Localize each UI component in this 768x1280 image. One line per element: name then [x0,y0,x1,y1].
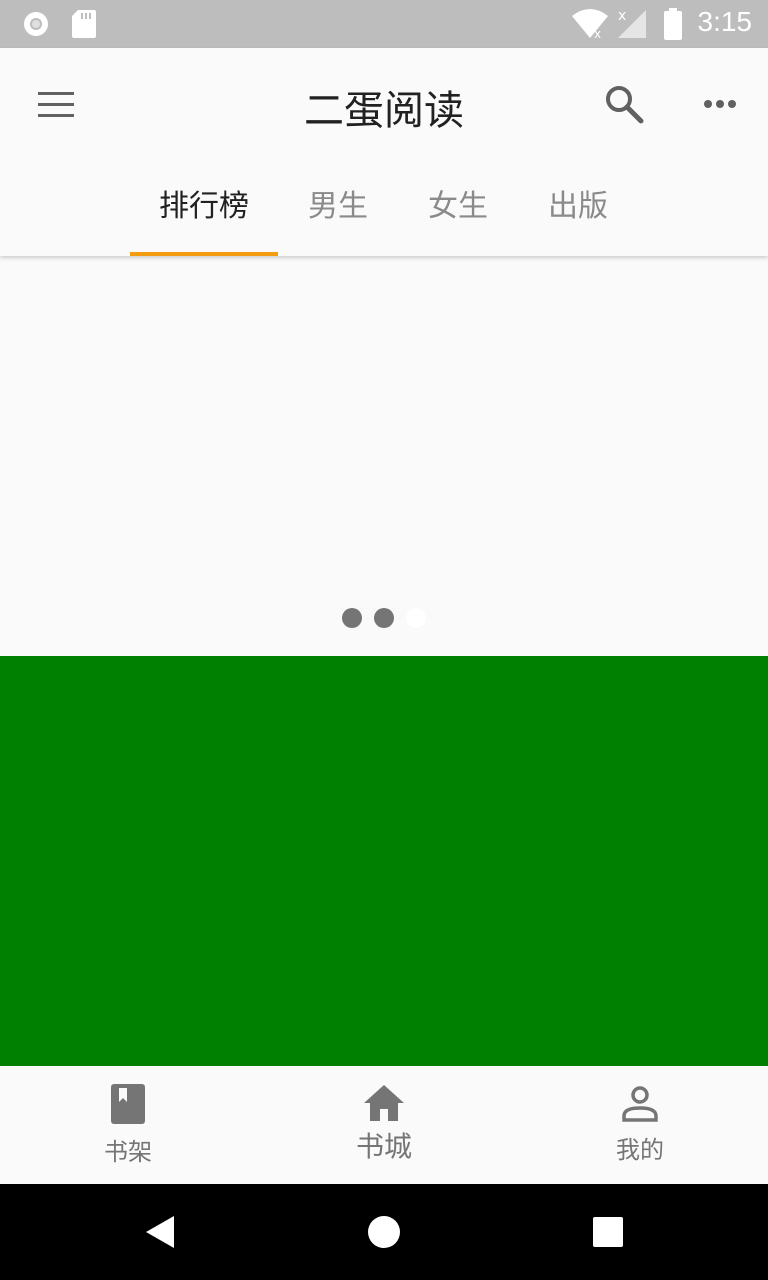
tab-female[interactable]: 女生 [398,160,518,256]
tab-male[interactable]: 男生 [278,160,398,256]
svg-text:x: x [594,27,601,40]
more-icon[interactable] [702,98,738,110]
status-bar: x x 3:15 [0,0,768,48]
battery-icon [664,8,682,40]
back-icon[interactable] [144,1216,176,1248]
tab-ranking[interactable]: 排行榜 [130,160,278,256]
indicator-dot [342,608,362,628]
wifi-icon: x [572,9,608,40]
page-indicator [0,608,768,628]
bottom-nav: 书架 书城 我的 [0,1066,768,1184]
system-nav-bar [0,1184,768,1280]
app-bar: 二蛋阅读 排行榜 男生 女生 出版 [0,48,768,256]
signal-icon: x [618,8,646,38]
home-icon [364,1085,404,1121]
search-icon[interactable] [604,84,644,124]
nav-label: 书架 [104,1137,152,1166]
circle-notification-icon [24,12,48,36]
tab-publish[interactable]: 出版 [518,160,638,256]
indicator-dot-active [406,608,426,628]
status-time: 3:15 [697,6,753,37]
home-circle-icon[interactable] [368,1216,400,1248]
recents-icon[interactable] [593,1217,623,1247]
svg-text:x: x [618,8,626,24]
content-block [0,656,768,1066]
sd-card-icon [72,10,96,38]
nav-bookshelf[interactable]: 书架 [0,1066,256,1184]
nav-mine[interactable]: 我的 [512,1066,768,1184]
nav-label: 书城 [355,1130,412,1163]
nav-label: 我的 [616,1135,664,1164]
nav-bookstore[interactable]: 书城 [256,1066,512,1184]
person-icon [622,1085,658,1122]
banner-carousel[interactable] [0,256,768,656]
book-icon [111,1083,145,1124]
app-title: 二蛋阅读 [304,88,464,134]
indicator-dot [374,608,394,628]
tab-bar: 排行榜 男生 女生 出版 [130,160,638,256]
